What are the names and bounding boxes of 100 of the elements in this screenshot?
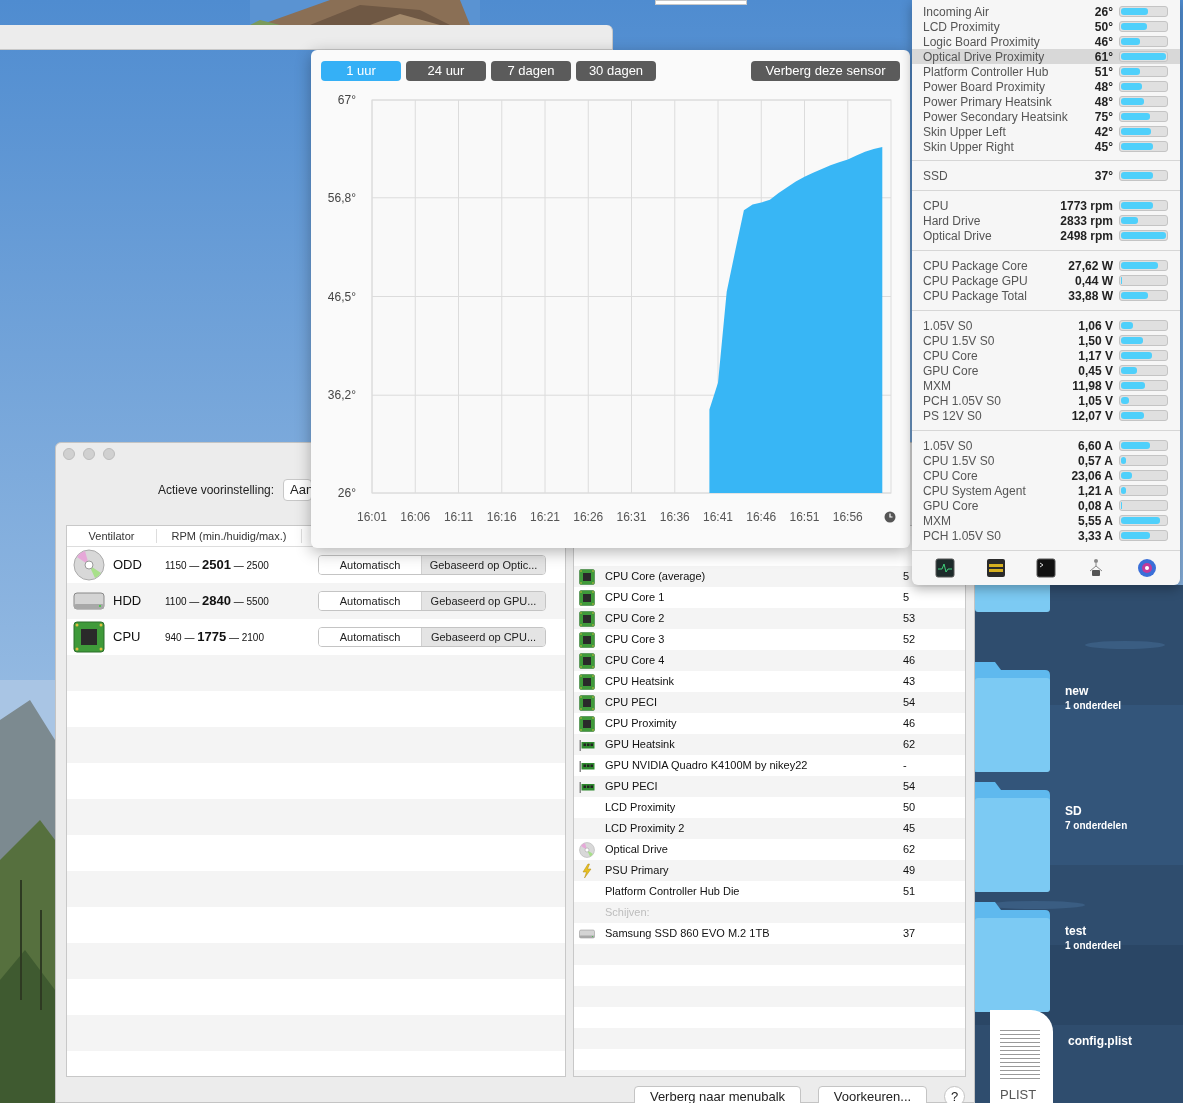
menu-sensor-row[interactable]: Power Primary Heatsink 48°: [912, 94, 1180, 109]
sensor-reading: 42°: [1094, 123, 1113, 141]
sensor-label: Power Secondary Heatsink: [923, 109, 1069, 126]
menu-sensor-row[interactable]: CPU Core 23,06 A: [912, 468, 1180, 483]
terminal-icon[interactable]: [1035, 558, 1056, 578]
sensor-reading: 27,62 W: [1068, 257, 1113, 275]
mode-segment[interactable]: Gebaseerd op Optic...: [421, 556, 545, 574]
menu-sensor-row[interactable]: CPU 1773 rpm: [912, 198, 1180, 213]
axis-label: 46,5°: [327, 289, 356, 304]
sensor-reading: 1,17 V: [1078, 347, 1113, 365]
menu-sensor-row[interactable]: CPU Package Total 33,88 W: [912, 288, 1180, 303]
sensor-value: 53: [903, 611, 916, 627]
menu-sensor-row[interactable]: LCD Proximity 50°: [912, 19, 1180, 34]
rpm-reading: 1150 — 2501 — 2500: [165, 556, 270, 575]
sensor-name: CPU Core 2: [605, 611, 666, 627]
menu-sensor-row[interactable]: Hard Drive 2833 rpm: [912, 213, 1180, 228]
sensor-value: 43: [903, 674, 916, 690]
sensor-reading: 1773 rpm: [1060, 197, 1113, 215]
sensor-label: Platform Controller Hub: [923, 64, 1050, 81]
hide-sensor-button[interactable]: Verberg deze sensor: [751, 61, 900, 81]
sensor-label: GPU Core: [923, 498, 980, 515]
sensor-reading: 0,08 A: [1078, 497, 1113, 515]
sensor-reading: 33,88 W: [1068, 287, 1113, 305]
chip-icon: [579, 631, 595, 648]
menu-sensor-row[interactable]: GPU Core 0,08 A: [912, 498, 1180, 513]
sensor-label: GPU Core: [923, 362, 980, 380]
menu-sensor-row[interactable]: SSD 37°: [912, 168, 1180, 183]
menu-sensor-row[interactable]: 1.05V S0 1,06 V: [912, 318, 1180, 333]
disc-icon: [73, 549, 105, 581]
help-button[interactable]: ?: [944, 1086, 965, 1103]
sensor-label: 1.05V S0: [923, 317, 974, 335]
axis-label: 56,8°: [327, 190, 356, 205]
range-tab[interactable]: 7 dagen: [491, 61, 571, 81]
mode-segment[interactable]: Gebaseerd op CPU...: [421, 628, 545, 646]
sensor-name: LCD Proximity 2: [605, 821, 686, 837]
menu-sensor-row[interactable]: CPU Core 1,17 V: [912, 348, 1180, 363]
sensor-label: PCH 1.05V S0: [923, 392, 1003, 410]
sensor-value: -: [903, 758, 907, 774]
sensor-reading: 12,07 V: [1071, 407, 1113, 425]
sensor-reading: 2498 rpm: [1060, 228, 1113, 245]
menu-sensor-row[interactable]: PCH 1.05V S0 1,05 V: [912, 393, 1180, 408]
sensor-label: Skin Upper Right: [923, 139, 1015, 156]
sensor-value: 45: [903, 821, 916, 837]
sensor-reading: 26°: [1094, 3, 1113, 21]
chip-icon: [579, 715, 595, 732]
sensor-label: Incoming Air: [923, 3, 991, 21]
menu-sensor-row[interactable]: GPU Core 0,45 V: [912, 363, 1180, 378]
menu-sensor-row[interactable]: Optical Drive Proximity 61°: [912, 49, 1180, 64]
warning-app-icon[interactable]: [985, 558, 1006, 578]
sensor-reading: 50°: [1094, 18, 1113, 36]
sensor-value: 37: [903, 926, 916, 942]
sensor-value: 51: [903, 884, 916, 900]
menu-sensor-row[interactable]: Skin Upper Left 42°: [912, 124, 1180, 139]
menu-sensor-row[interactable]: PS 12V S0 12,07 V: [912, 408, 1180, 423]
sensor-name: CPU PECI: [605, 695, 658, 711]
menu-sensor-row[interactable]: Incoming Air 26°: [912, 4, 1180, 19]
axis-label: 16:21: [530, 510, 560, 524]
sensor-name: CPU Core 4: [605, 653, 666, 669]
desktop-item-detail: 7 onderdelen: [1065, 819, 1128, 833]
footer-button[interactable]: Voorkeuren...: [818, 1086, 927, 1103]
sensor-value: 62: [903, 737, 916, 753]
folder-icon[interactable]: [975, 660, 1050, 772]
menu-sensor-row[interactable]: PCH 1.05V S0 3,33 A: [912, 528, 1180, 543]
menu-sensor-row[interactable]: Power Secondary Heatsink 75°: [912, 109, 1180, 124]
mode-segment[interactable]: Automatisch: [319, 592, 421, 610]
mode-segment[interactable]: Gebaseerd op GPU...: [421, 592, 545, 610]
menu-sensor-row[interactable]: CPU 1.5V S0 0,57 A: [912, 453, 1180, 468]
desktop-item-name: config.plist: [1068, 1034, 1132, 1049]
folder-icon[interactable]: [975, 780, 1050, 892]
menu-sensor-row[interactable]: 1.05V S0 6,60 A: [912, 438, 1180, 453]
menu-sensor-row[interactable]: MXM 11,98 V: [912, 378, 1180, 393]
menu-sensor-row[interactable]: MXM 5,55 A: [912, 513, 1180, 528]
sensor-label: Skin Upper Left: [923, 124, 1007, 141]
menu-sensor-row[interactable]: Skin Upper Right 45°: [912, 139, 1180, 154]
disk-app-icon[interactable]: [1136, 558, 1157, 578]
menu-sensor-row[interactable]: Power Board Proximity 48°: [912, 79, 1180, 94]
menu-sensor-row[interactable]: Logic Board Proximity 46°: [912, 34, 1180, 49]
range-tab[interactable]: 24 uur: [406, 61, 486, 81]
sensor-reading: 48°: [1094, 93, 1113, 111]
sensor-label: 1.05V S0: [923, 437, 974, 455]
document-icon[interactable]: PLIST: [990, 1010, 1053, 1103]
sensor-label: CPU Core: [923, 467, 979, 485]
menu-sensor-row[interactable]: CPU Package Core 27,62 W: [912, 258, 1180, 273]
footer-button[interactable]: Verberg naar menubalk: [634, 1086, 801, 1103]
sensor-name: Optical Drive: [605, 842, 669, 858]
axis-label: 16:06: [400, 510, 431, 524]
activity-monitor-icon[interactable]: [935, 558, 956, 578]
menu-sensor-row[interactable]: CPU 1.5V S0 1,50 V: [912, 333, 1180, 348]
menu-sensor-row[interactable]: CPU Package GPU 0,44 W: [912, 273, 1180, 288]
chip-icon: [579, 589, 595, 606]
folder-icon[interactable]: [975, 900, 1050, 1012]
sensor-value: 46: [903, 653, 916, 669]
sensor-label: CPU Package Total: [923, 288, 1028, 305]
range-tab[interactable]: 30 dagen: [576, 61, 656, 81]
sensor-name: CPU Heatsink: [605, 674, 676, 690]
menu-sensor-row[interactable]: Platform Controller Hub 51°: [912, 64, 1180, 79]
menu-sensor-row[interactable]: Optical Drive 2498 rpm: [912, 228, 1180, 243]
sensor-label: Power Board Proximity: [923, 78, 1047, 96]
menu-sensor-row[interactable]: CPU System Agent 1,21 A: [912, 483, 1180, 498]
sensor-value: 54: [903, 779, 916, 795]
